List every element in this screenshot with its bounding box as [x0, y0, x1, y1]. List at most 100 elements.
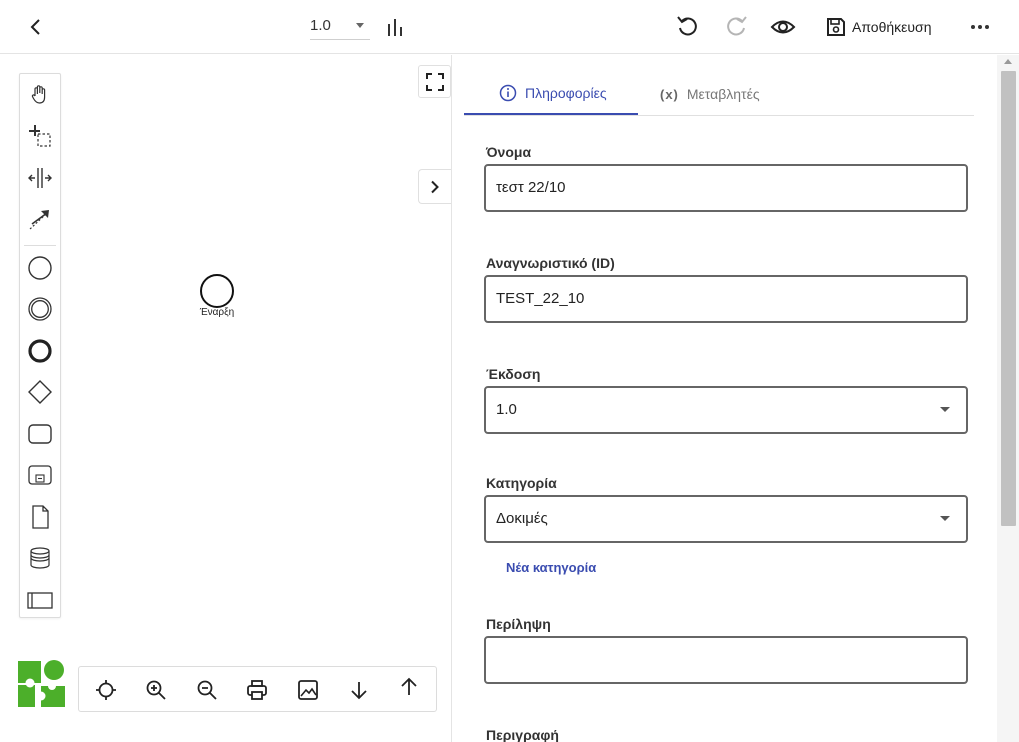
intermediate-event-icon — [28, 297, 52, 321]
top-toolbar: 1.0 Αποθήκευση — [0, 0, 1019, 54]
chevron-left-icon — [30, 19, 40, 35]
connect-tool[interactable] — [25, 204, 55, 234]
caret-down-icon — [940, 516, 950, 521]
summary-field[interactable] — [484, 636, 968, 684]
scrollbar-thumb[interactable] — [1001, 71, 1016, 526]
version-select[interactable]: 1.0 — [310, 12, 370, 40]
scroll-up-arrow-icon[interactable] — [1004, 59, 1012, 64]
start-event-icon — [28, 256, 52, 280]
new-category-link[interactable]: Νέα κατηγορία — [506, 560, 596, 575]
create-intermediate-event[interactable] — [25, 294, 55, 324]
create-task[interactable] — [25, 419, 55, 449]
variable-x-icon: (x) — [660, 86, 679, 102]
space-tool[interactable] — [25, 163, 55, 193]
export-image-button[interactable] — [295, 677, 321, 703]
lasso-tool[interactable] — [25, 121, 55, 151]
undo-icon — [677, 16, 697, 36]
space-tool-icon — [28, 168, 52, 188]
preview-button[interactable] — [769, 13, 797, 41]
description-label: Περιγραφή — [486, 727, 559, 742]
name-label: Όνομα — [486, 144, 532, 160]
create-subprocess[interactable] — [25, 460, 55, 490]
summary-label: Περίληψη — [486, 616, 551, 632]
panel-tabs: Πληροφορίες (x) Μεταβλητές — [464, 73, 974, 116]
create-data-object[interactable] — [25, 502, 55, 532]
upload-button[interactable] — [396, 674, 422, 700]
palette-separator — [24, 245, 56, 246]
name-field-value: τεστ 22/10 — [496, 179, 566, 196]
info-icon — [499, 84, 517, 102]
pool-lane-icon — [27, 592, 53, 609]
arrow-down-icon — [351, 682, 367, 700]
undo-button[interactable] — [675, 13, 701, 39]
save-button-label: Αποθήκευση — [852, 19, 932, 35]
caret-down-icon — [940, 407, 950, 412]
fullscreen-button[interactable] — [418, 65, 451, 98]
version-dropdown[interactable]: 1.0 — [484, 386, 968, 434]
category-label: Κατηγορία — [486, 475, 557, 491]
tab-information-label: Πληροφορίες — [525, 85, 607, 101]
eye-icon — [770, 20, 796, 34]
print-button[interactable] — [244, 677, 270, 703]
create-data-store[interactable] — [25, 543, 55, 573]
data-object-icon — [32, 505, 49, 529]
fullscreen-icon — [425, 72, 444, 91]
id-label: Αναγνωριστικό (ID) — [486, 255, 615, 271]
chevron-right-icon — [431, 180, 439, 193]
puzzle-logo-icon — [18, 660, 65, 707]
zoom-in-icon — [146, 680, 166, 700]
connect-arrow-icon — [29, 210, 49, 230]
end-event-icon — [28, 339, 52, 363]
version-select-value: 1.0 — [310, 17, 331, 34]
hand-tool[interactable] — [25, 80, 55, 110]
create-start-event[interactable] — [25, 253, 55, 283]
hand-icon — [31, 85, 46, 104]
more-vertical-dots-icon — [971, 25, 989, 29]
tab-variables-label: Μεταβλητές — [686, 86, 760, 102]
image-icon — [298, 680, 318, 700]
tab-variables[interactable]: (x) Μεταβλητές — [658, 73, 798, 115]
name-field[interactable]: τεστ 22/10 — [484, 164, 968, 212]
gateway-diamond-icon — [28, 380, 52, 404]
id-field-value: TEST_22_10 — [496, 290, 585, 307]
version-label: Έκδοση — [486, 366, 541, 382]
zoom-out-button[interactable] — [194, 677, 220, 703]
category-dropdown-value: Δοκιμές — [496, 510, 548, 527]
create-end-event[interactable] — [25, 336, 55, 366]
zoom-in-button[interactable] — [143, 677, 169, 703]
zoom-toolbar — [78, 666, 437, 712]
version-dropdown-value: 1.0 — [496, 401, 517, 418]
redo-button[interactable] — [723, 13, 749, 39]
lasso-select-icon — [29, 125, 51, 147]
back-button[interactable] — [22, 13, 50, 41]
crosshair-icon — [96, 680, 116, 700]
zoom-out-icon — [197, 680, 217, 700]
tab-information[interactable]: Πληροφορίες — [464, 73, 638, 115]
center-view-button[interactable] — [93, 677, 119, 703]
subprocess-icon — [28, 465, 52, 485]
tool-palette — [19, 73, 61, 618]
properties-panel: Πληροφορίες (x) Μεταβλητές Όνομα τεστ 22… — [451, 55, 1019, 742]
arrow-up-icon — [401, 677, 417, 695]
save-button[interactable]: Αποθήκευση — [826, 13, 931, 41]
panel-scrollbar[interactable] — [997, 55, 1019, 742]
save-icon — [827, 18, 845, 36]
toggle-panel-button[interactable] — [418, 169, 451, 204]
redo-icon — [727, 16, 747, 36]
start-event-shape[interactable] — [200, 274, 234, 308]
create-gateway[interactable] — [25, 377, 55, 407]
create-pool[interactable] — [25, 585, 55, 615]
data-store-icon — [30, 547, 50, 569]
bar-chart-icon — [388, 19, 402, 36]
statistics-button[interactable] — [384, 14, 408, 40]
caret-down-icon — [356, 23, 364, 28]
category-dropdown[interactable]: Δοκιμές — [484, 495, 968, 543]
download-button[interactable] — [346, 677, 372, 703]
start-event-label: Έναρξη — [199, 307, 235, 318]
more-options-button[interactable] — [966, 14, 994, 40]
app-logo — [17, 659, 67, 709]
id-field[interactable]: TEST_22_10 — [484, 275, 968, 323]
print-icon — [247, 680, 267, 700]
task-icon — [28, 424, 52, 444]
diagram-canvas[interactable]: Έναρξη — [0, 55, 451, 742]
